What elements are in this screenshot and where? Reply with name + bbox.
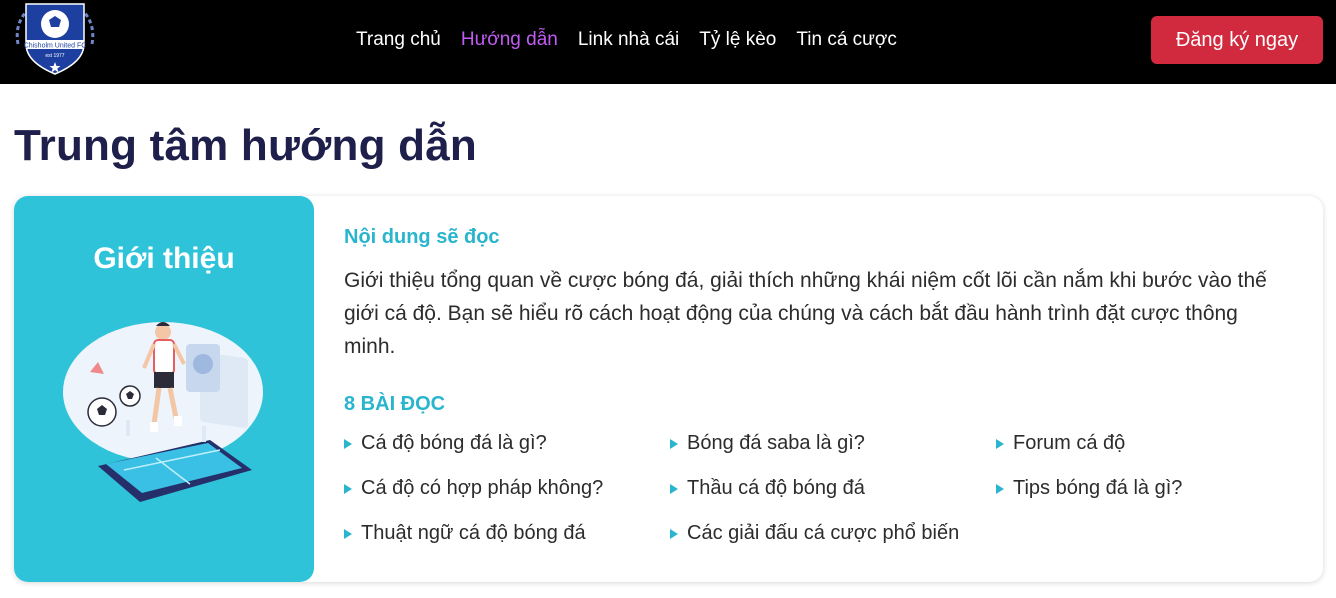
triangle-bullet-icon — [996, 483, 1004, 494]
list-item[interactable]: Thầu cá độ bóng đá — [670, 477, 865, 500]
nav-item-guide[interactable]: Hướng dẫn — [461, 29, 558, 51]
triangle-bullet-icon — [670, 438, 678, 449]
article-link[interactable]: Bóng đá saba là gì? — [687, 432, 865, 455]
article-link[interactable]: Cá độ có hợp pháp không? — [361, 477, 603, 500]
triangle-bullet-icon — [670, 483, 678, 494]
article-link[interactable]: Cá độ bóng đá là gì? — [361, 432, 547, 455]
article-count: 8 BÀI ĐỌC — [344, 393, 446, 415]
triangle-bullet-icon — [344, 438, 352, 449]
article-link[interactable]: Các giải đấu cá cược phổ biến — [687, 522, 959, 545]
list-item[interactable]: Cá độ bóng đá là gì? — [344, 432, 547, 455]
guide-card: Giới thiệu Nội dung sẽ đọc Giới thiệu tổ… — [14, 196, 1323, 582]
reading-content-heading: Nội dung sẽ đọc — [344, 226, 500, 248]
list-item[interactable]: Thuật ngữ cá độ bóng đá — [344, 522, 586, 545]
main-nav: Trang chủ Hướng dẫn Link nhà cái Tỷ lệ k… — [356, 28, 917, 52]
list-item[interactable]: Tips bóng đá là gì? — [996, 477, 1182, 500]
nav-item-betting-news[interactable]: Tin cá cược — [796, 29, 897, 51]
svg-text:est 1977: est 1977 — [45, 53, 64, 59]
register-button[interactable]: Đăng ký ngay — [1151, 16, 1323, 64]
guide-card-content: Nội dung sẽ đọc Giới thiệu tổng quan về … — [344, 196, 1294, 582]
guide-card-title: Giới thiệu — [93, 242, 235, 275]
nav-item-bookmaker-links[interactable]: Link nhà cái — [578, 29, 679, 51]
page-title: Trung tâm hướng dẫn — [14, 121, 477, 170]
football-illustration — [60, 312, 266, 518]
triangle-bullet-icon — [344, 528, 352, 539]
article-link[interactable]: Tips bóng đá là gì? — [1013, 477, 1182, 500]
list-item[interactable]: Cá độ có hợp pháp không? — [344, 477, 603, 500]
article-list: Cá độ bóng đá là gì? Bóng đá saba là gì?… — [344, 432, 1294, 552]
list-item[interactable]: Các giải đấu cá cược phổ biến — [670, 522, 959, 545]
nav-item-odds[interactable]: Tỷ lệ kèo — [699, 29, 776, 51]
triangle-bullet-icon — [344, 483, 352, 494]
article-link[interactable]: Thuật ngữ cá độ bóng đá — [361, 522, 586, 545]
list-item[interactable]: Bóng đá saba là gì? — [670, 432, 865, 455]
svg-text:Chisholm United FC: Chisholm United FC — [24, 43, 87, 50]
list-item[interactable]: Forum cá độ — [996, 432, 1125, 455]
guide-card-banner[interactable]: Giới thiệu — [14, 196, 314, 582]
club-logo-icon[interactable]: Chisholm United FC est 1977 — [12, 0, 98, 76]
article-link[interactable]: Thầu cá độ bóng đá — [687, 477, 865, 500]
nav-item-home[interactable]: Trang chủ — [356, 29, 441, 51]
site-header: Chisholm United FC est 1977 Trang chủ Hư… — [0, 0, 1336, 84]
triangle-bullet-icon — [996, 438, 1004, 449]
article-link[interactable]: Forum cá độ — [1013, 432, 1125, 455]
triangle-bullet-icon — [670, 528, 678, 539]
guide-description: Giới thiệu tổng quan về cược bóng đá, gi… — [344, 269, 1267, 358]
